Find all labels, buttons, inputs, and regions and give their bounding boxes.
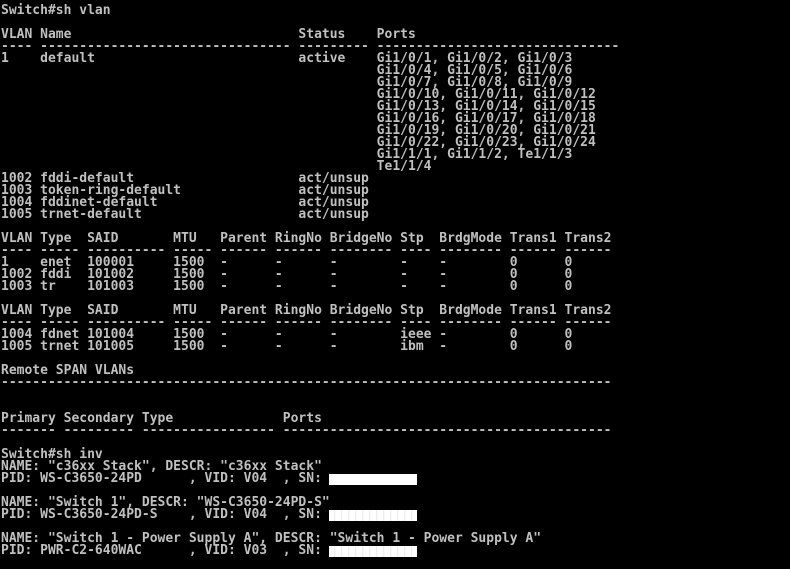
terminal-window[interactable]: Switch#sh vlan VLAN Name Status Ports --… — [0, 0, 790, 569]
redacted-serial-number — [329, 546, 417, 557]
terminal-line: 1005 trnet-default act/unsup — [1, 207, 369, 222]
terminal-line: PID: PWR-C2-640WAC , VID: V03 , SN: — [1, 543, 619, 558]
redacted-serial-number — [329, 510, 417, 521]
redacted-serial-number — [329, 474, 417, 485]
terminal-line: 1005 trnet 101005 1500 - - - ibm - 0 0 — [1, 339, 573, 354]
terminal-line: PID: WS-C3650-24PD-S , VID: V04 , SN: — [1, 507, 619, 522]
terminal-line: ------- --------- ----------------- ----… — [1, 423, 612, 438]
terminal-line: PID: WS-C3650-24PD , VID: V04 , SN: — [1, 471, 619, 486]
terminal-line: ----------------------------------------… — [1, 375, 612, 390]
terminal-line: 1003 tr 101003 1500 - - - - - 0 0 — [1, 279, 573, 294]
terminal-line: Switch#sh vlan — [1, 3, 111, 18]
terminal-line-text: PID: WS-C3650-24PD , VID: V04 , SN: — [1, 471, 330, 486]
terminal-line-text: PID: WS-C3650-24PD-S , VID: V04 , SN: — [1, 507, 330, 522]
terminal-output: Switch#sh vlan VLAN Name Status Ports --… — [1, 3, 619, 558]
terminal-line-text: PID: PWR-C2-640WAC , VID: V03 , SN: — [1, 543, 330, 558]
